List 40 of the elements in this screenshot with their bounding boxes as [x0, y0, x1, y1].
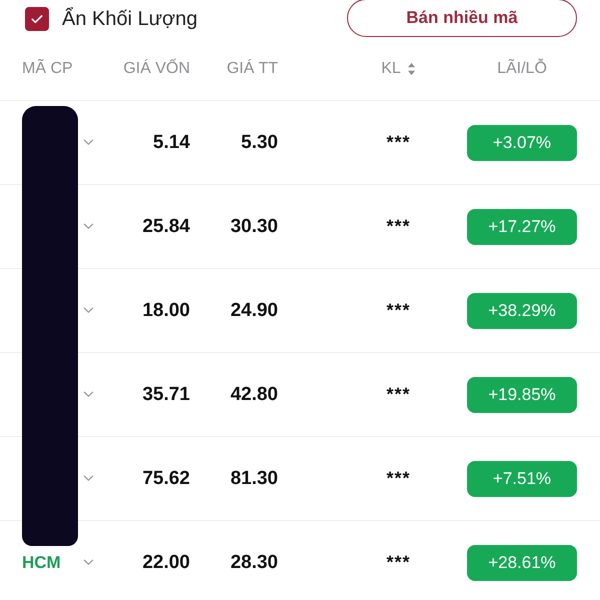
- market-price-header: GIÁ TT: [226, 60, 278, 77]
- hide-volume-label: Ẩn Khối Lượng: [62, 8, 198, 30]
- profit-loss-badge: +7.51%: [467, 460, 577, 496]
- volume-header[interactable]: KL: [381, 60, 401, 78]
- volume-value: ***: [386, 384, 410, 404]
- cost-price: 18.00: [142, 300, 190, 320]
- cost-price: 5.14: [153, 132, 190, 152]
- volume-value: ***: [386, 300, 410, 320]
- sort-icon[interactable]: [406, 62, 416, 76]
- cost-price-header: GIÁ VỐN: [123, 60, 190, 77]
- chevron-down-icon[interactable]: [83, 391, 94, 398]
- market-price: 5.30: [241, 132, 278, 152]
- chevron-down-icon[interactable]: [83, 559, 94, 566]
- sell-multiple-button[interactable]: Bán nhiều mã: [347, 0, 577, 37]
- market-price: 30.30: [230, 216, 278, 236]
- checkbox[interactable]: [25, 7, 49, 31]
- market-price: 81.30: [230, 468, 278, 488]
- chevron-down-icon[interactable]: [83, 223, 94, 230]
- profit-loss-badge: +38.29%: [467, 292, 577, 328]
- code-header: MÃ CP: [22, 60, 73, 77]
- market-price: 42.80: [230, 384, 278, 404]
- cost-price: 75.62: [142, 468, 190, 488]
- volume-value: ***: [386, 216, 410, 236]
- volume-value: ***: [386, 552, 410, 572]
- market-price: 24.90: [230, 300, 278, 320]
- market-price: 28.30: [230, 552, 278, 572]
- profit-loss-badge: +17.27%: [467, 208, 577, 244]
- chevron-down-icon[interactable]: [83, 475, 94, 482]
- stock-code[interactable]: HCM: [22, 552, 61, 572]
- chevron-down-icon[interactable]: [83, 307, 94, 314]
- cost-price: 22.00: [142, 552, 190, 572]
- cost-price: 25.84: [142, 216, 190, 236]
- volume-value: ***: [386, 468, 410, 488]
- profit-loss-badge: +28.61%: [467, 544, 577, 580]
- cost-price: 35.71: [142, 384, 190, 404]
- volume-value: ***: [386, 132, 410, 152]
- profit-loss-badge: +19.85%: [467, 376, 577, 412]
- profit-loss-header: LÃI/LỖ: [497, 60, 547, 77]
- chevron-down-icon[interactable]: [83, 139, 94, 146]
- profit-loss-badge: +3.07%: [467, 124, 577, 160]
